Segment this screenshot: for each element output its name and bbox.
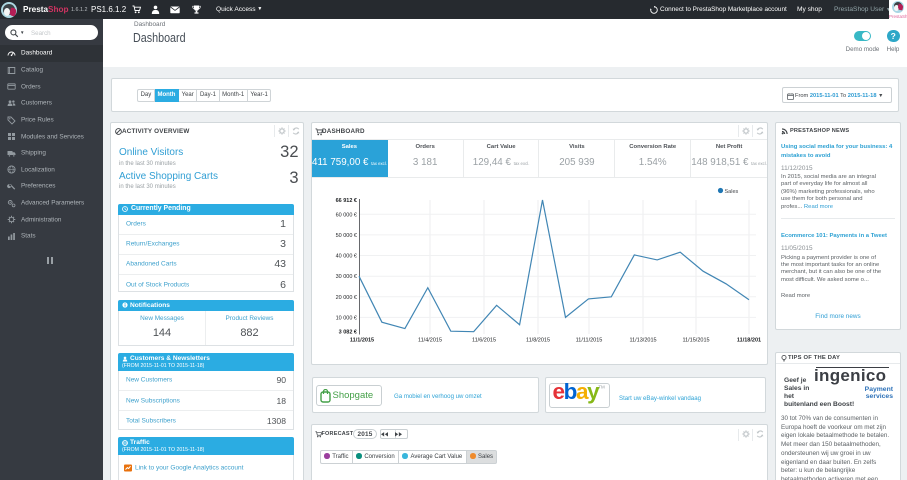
svg-text:11/11/2015: 11/11/2015 xyxy=(576,338,603,344)
svg-text:11/4/2015: 11/4/2015 xyxy=(418,338,442,344)
svg-text:60 000 €: 60 000 € xyxy=(336,212,357,218)
svg-text:40 000 €: 40 000 € xyxy=(336,254,357,260)
svg-text:11/13/2015: 11/13/2015 xyxy=(629,338,656,344)
svg-text:Sales: Sales xyxy=(725,189,739,195)
svg-text:11/1/2015: 11/1/2015 xyxy=(350,338,374,344)
svg-text:30 000 €: 30 000 € xyxy=(336,274,357,280)
svg-text:11/15/2015: 11/15/2015 xyxy=(682,338,709,344)
svg-text:66 912 €: 66 912 € xyxy=(336,198,357,204)
svg-text:3 082 €: 3 082 € xyxy=(339,330,357,336)
svg-text:11/8/2015: 11/8/2015 xyxy=(526,338,550,344)
svg-text:10 000 €: 10 000 € xyxy=(336,315,357,321)
svg-text:11/18/201: 11/18/201 xyxy=(737,338,761,344)
svg-text:50 000 €: 50 000 € xyxy=(336,233,357,239)
svg-text:20 000 €: 20 000 € xyxy=(336,295,357,301)
svg-text:11/6/2015: 11/6/2015 xyxy=(472,338,496,344)
